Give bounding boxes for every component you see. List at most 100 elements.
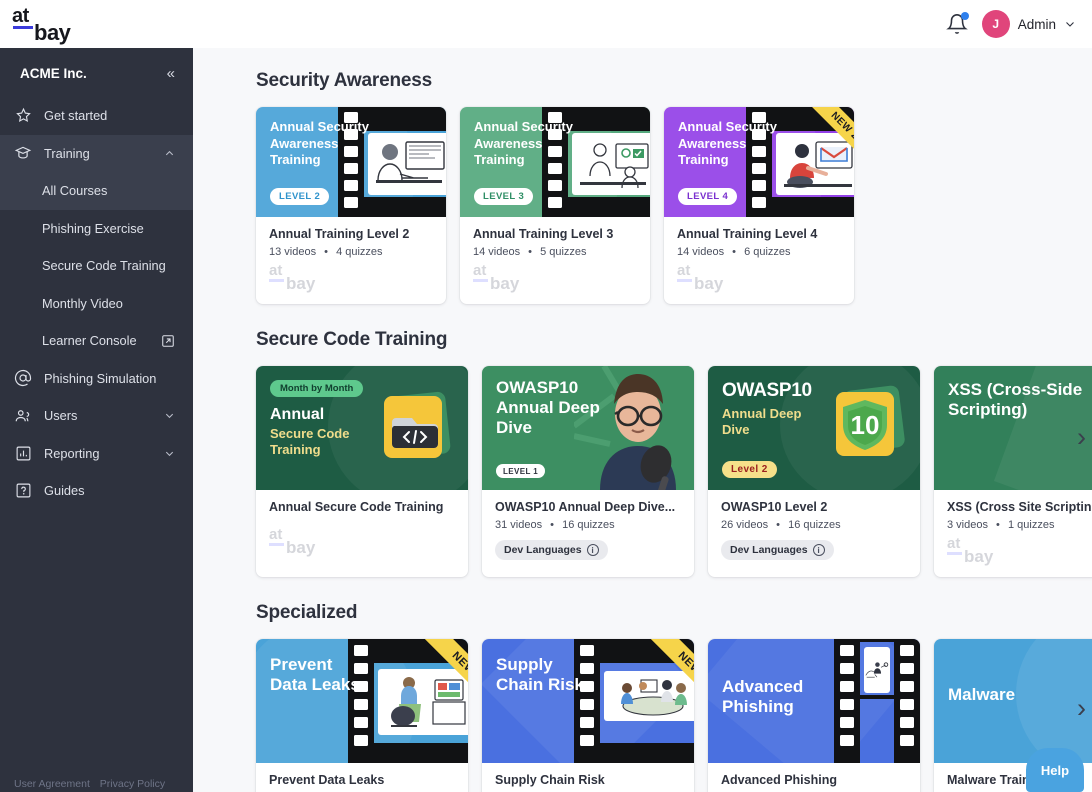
user-name-label: Admin <box>1018 17 1056 32</box>
card-row: Prevent Data Leaks NEW! Prevent Data Lea… <box>193 624 1092 792</box>
carousel-next-button[interactable]: › <box>1077 424 1086 451</box>
course-thumbnail: OWASP10 Annual Deep Dive Level 2 10 <box>708 366 920 490</box>
chevron-down-icon <box>164 410 175 421</box>
sidebar: ACME Inc. « Get started Training All Cou… <box>0 44 193 792</box>
course-card[interactable]: Advanced Phishing Advanced Phishing 5 vi… <box>708 639 920 792</box>
sidebar-item-get-started[interactable]: Get started <box>0 97 193 135</box>
chevron-down-icon <box>164 448 175 459</box>
carousel-next-button[interactable]: › <box>1077 695 1086 722</box>
sidebar-item-phishing-simulation[interactable]: Phishing Simulation <box>0 360 193 398</box>
thumbnail-title-line2: Annual Deep Dive <box>722 406 802 439</box>
logo-underline <box>13 26 33 29</box>
sidebar-label: Phishing Simulation <box>44 371 156 386</box>
sidebar-label: Guides <box>44 483 85 498</box>
at-sign-icon <box>14 369 32 387</box>
sidebar-footer: User Agreement Privacy Policy <box>0 778 193 792</box>
notifications-button[interactable] <box>946 13 968 35</box>
notification-dot <box>961 12 969 20</box>
card-body: OWASP10 Level 2 26 videos • 16 quizzes D… <box>708 490 920 572</box>
level-badge: LEVEL 2 <box>270 188 329 205</box>
atbay-logo[interactable]: at bay <box>12 6 92 43</box>
sidebar-item-guides[interactable]: Guides <box>0 472 193 510</box>
level-badge: LEVEL 3 <box>474 188 533 205</box>
video-count: 31 videos <box>495 519 542 531</box>
thumbnail-title: XSS (Cross-Side Scripting) <box>948 380 1092 420</box>
course-title: Annual Secure Code Training <box>269 500 455 514</box>
level-badge: LEVEL 4 <box>678 188 737 205</box>
course-title: XSS (Cross Site Scripting) <box>947 500 1092 514</box>
course-thumbnail: XSS (Cross-Side Scripting) <box>934 366 1092 490</box>
course-card[interactable]: Month by Month Annual Secure Code Traini… <box>256 366 468 577</box>
external-link-icon <box>161 334 175 348</box>
month-badge: Month by Month <box>270 380 363 397</box>
graduation-cap-icon <box>14 144 32 162</box>
thumbnail-title: Supply Chain Risk <box>496 655 594 695</box>
video-count: 14 videos <box>677 246 724 258</box>
info-icon[interactable]: i <box>813 544 825 556</box>
sidebar-label: Monthly Video <box>42 296 123 311</box>
course-meta: 14 videos • 5 quizzes <box>473 246 637 258</box>
dev-languages-chip[interactable]: Dev Languages i <box>495 540 608 560</box>
code-folder-icon <box>376 386 456 468</box>
sidebar-item-training[interactable]: Training <box>0 135 193 173</box>
course-illustration <box>776 133 854 195</box>
thumbnail-title: Annual Security Awareness Training <box>678 119 782 169</box>
quiz-count: 16 quizzes <box>562 519 615 531</box>
meta-separator: • <box>550 519 554 531</box>
meta-separator: • <box>528 246 532 258</box>
collapse-sidebar-button[interactable]: « <box>167 66 175 81</box>
help-button[interactable]: Help <box>1026 748 1084 792</box>
chip-label: Dev Languages <box>730 544 808 556</box>
sidebar-label: Reporting <box>44 446 100 461</box>
sidebar-item-learner-console[interactable]: Learner Console <box>0 322 193 360</box>
course-card[interactable]: Prevent Data Leaks NEW! Prevent Data Lea… <box>256 639 468 792</box>
course-card[interactable]: Annual Security Awareness Training LEVEL… <box>256 107 446 304</box>
sidebar-label: Training <box>44 146 90 161</box>
atbay-watermark: atbay <box>473 264 537 292</box>
card-body: Annual Training Level 4 14 videos • 6 qu… <box>664 217 854 304</box>
card-body: OWASP10 Annual Deep Dive... 31 videos • … <box>482 490 694 572</box>
course-title: Annual Training Level 4 <box>677 227 841 241</box>
level-badge: Level 2 <box>722 461 777 478</box>
org-name: ACME Inc. <box>20 66 87 81</box>
card-row: Annual Security Awareness Training LEVEL… <box>193 92 1092 304</box>
user-agreement-link[interactable]: User Agreement <box>14 778 90 790</box>
course-thumbnail: Month by Month Annual Secure Code Traini… <box>256 366 468 490</box>
course-card[interactable]: Annual Security Awareness Training LEVEL… <box>460 107 650 304</box>
sidebar-item-reporting[interactable]: Reporting <box>0 435 193 473</box>
course-card[interactable]: OWASP10 Annual Deep Dive LEVEL 1 OWASP10… <box>482 366 694 577</box>
question-box-icon <box>14 482 32 500</box>
section-secure-code-training: Secure Code Training Month by Month Annu… <box>193 304 1092 577</box>
course-card[interactable]: XSS (Cross-Side Scripting) XSS (Cross Si… <box>934 366 1092 577</box>
course-card[interactable]: OWASP10 Annual Deep Dive Level 2 10 OWAS… <box>708 366 920 577</box>
sidebar-item-all-courses[interactable]: All Courses <box>0 172 193 210</box>
card-body: XSS (Cross Site Scripting) 3 videos • 1 … <box>934 490 1092 577</box>
avatar: J <box>982 10 1010 38</box>
quiz-count: 5 quizzes <box>540 246 586 258</box>
card-body: Prevent Data Leaks 4 videos • 1 quizzes <box>256 763 468 792</box>
thumbnail-title: Malware <box>948 685 1092 705</box>
dev-languages-chip[interactable]: Dev Languages i <box>721 540 834 560</box>
course-title: OWASP10 Level 2 <box>721 500 907 514</box>
course-title: OWASP10 Annual Deep Dive... <box>495 500 681 514</box>
card-body: Supply Chain Risk 4 videos • 1 quizzes <box>482 763 694 792</box>
info-icon[interactable]: i <box>587 544 599 556</box>
sidebar-item-phishing-exercise[interactable]: Phishing Exercise <box>0 210 193 248</box>
atbay-watermark: atbay <box>947 537 1011 565</box>
course-card[interactable]: Supply Chain Risk NEW! Supply Chain Risk… <box>482 639 694 792</box>
sidebar-item-secure-code-training[interactable]: Secure Code Training <box>0 247 193 285</box>
video-count: 13 videos <box>269 246 316 258</box>
privacy-policy-link[interactable]: Privacy Policy <box>100 778 165 790</box>
course-card[interactable]: Annual Security Awareness Training LEVEL… <box>664 107 854 304</box>
course-thumbnail: Advanced Phishing <box>708 639 920 763</box>
user-menu[interactable]: J Admin <box>982 10 1076 38</box>
sidebar-item-monthly-video[interactable]: Monthly Video <box>0 285 193 323</box>
meta-separator: • <box>732 246 736 258</box>
thumbnail-title: Annual Security Awareness Training <box>270 119 374 169</box>
top-bar-actions: J Admin <box>946 10 1092 38</box>
sidebar-item-users[interactable]: Users <box>0 397 193 435</box>
course-thumbnail: Annual Security Awareness Training LEVEL… <box>460 107 650 217</box>
course-title: Advanced Phishing <box>721 773 907 787</box>
course-meta: 31 videos • 16 quizzes <box>495 519 681 531</box>
course-thumbnail: Malware <box>934 639 1092 763</box>
